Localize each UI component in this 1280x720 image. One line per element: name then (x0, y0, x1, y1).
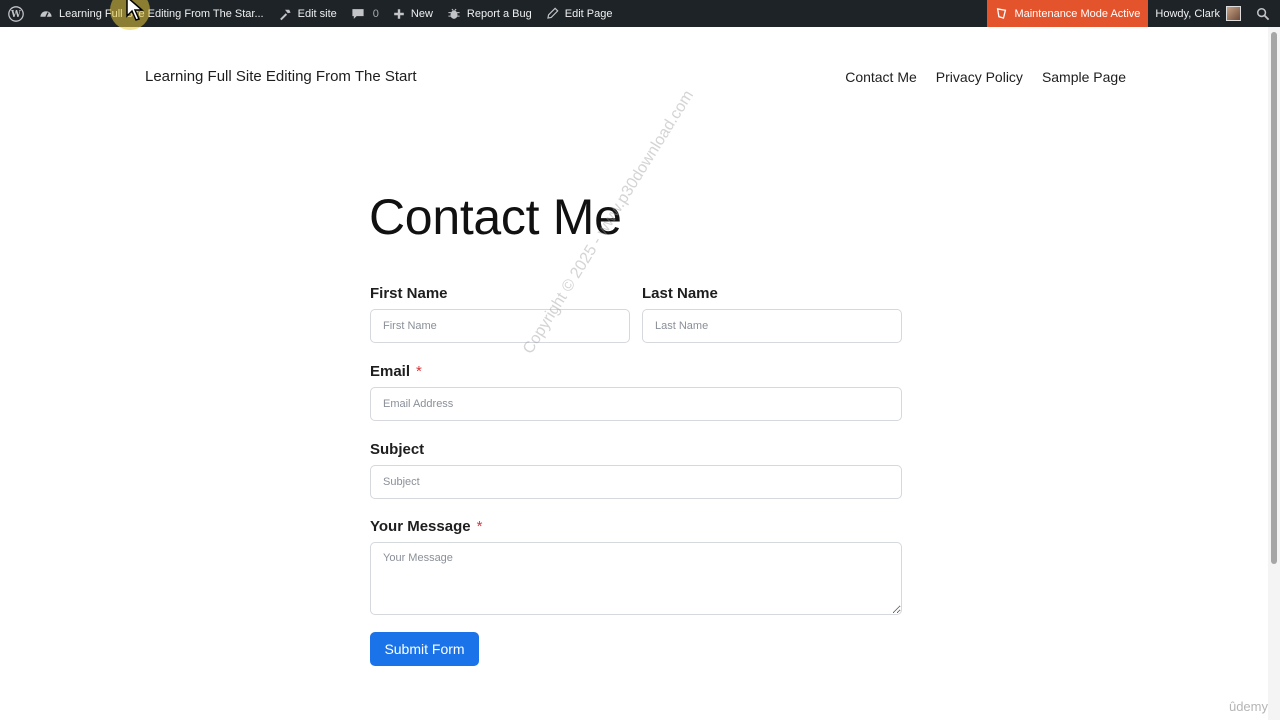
comments-count: 0 (372, 7, 379, 20)
bug-icon (447, 7, 461, 21)
message-required-marker: * (476, 518, 483, 535)
admin-bar: W Learning Full Site Editing From The St… (0, 0, 1280, 27)
my-account-link[interactable]: Howdy, Clark (1148, 0, 1248, 27)
new-label: New (410, 7, 433, 20)
edit-page-label: Edit Page (564, 7, 613, 20)
edit-page-link[interactable]: Edit Page (539, 0, 620, 27)
subject-input[interactable] (370, 465, 902, 499)
report-bug-link[interactable]: Report a Bug (440, 0, 539, 27)
howdy-label: Howdy, Clark (1155, 7, 1220, 20)
new-content-link[interactable]: New (386, 0, 440, 27)
message-textarea[interactable] (370, 542, 902, 615)
last-name-input[interactable] (642, 309, 902, 343)
comments-link[interactable]: 0 (344, 0, 386, 27)
nav-item-privacy-policy[interactable]: Privacy Policy (936, 69, 1023, 85)
email-label-text: Email (370, 363, 411, 380)
edit-site-label: Edit site (297, 7, 337, 20)
plus-icon (393, 8, 405, 20)
subject-label: Subject (370, 441, 424, 458)
dashboard-gauge-icon (39, 7, 53, 21)
report-bug-label: Report a Bug (466, 7, 532, 20)
main-navigation: Contact Me Privacy Policy Sample Page (845, 69, 1126, 85)
scrollbar-thumb[interactable] (1271, 32, 1277, 564)
comment-bubble-icon (351, 7, 365, 21)
first-name-label-text: First Name (370, 285, 448, 302)
first-name-input[interactable] (370, 309, 630, 343)
edit-site-link[interactable]: Edit site (271, 0, 344, 27)
site-title[interactable]: Learning Full Site Editing From The Star… (145, 68, 417, 85)
maintenance-leaf-icon (995, 7, 1008, 20)
avatar (1226, 6, 1241, 21)
maintenance-label: Maintenance Mode Active (1014, 7, 1141, 20)
pencil-icon (546, 7, 559, 20)
site-name-label: Learning Full Site Editing From The Star… (59, 7, 264, 20)
nav-item-contact-me[interactable]: Contact Me (845, 69, 917, 85)
message-label-text: Your Message (370, 518, 471, 535)
site-name-link[interactable]: Learning Full Site Editing From The Star… (32, 0, 271, 27)
mouse-cursor-icon (126, 0, 145, 21)
email-label: Email * (370, 363, 422, 380)
nav-item-sample-page[interactable]: Sample Page (1042, 69, 1126, 85)
subject-label-text: Subject (370, 441, 425, 458)
svg-text:W: W (10, 10, 21, 20)
email-input[interactable] (370, 387, 902, 421)
last-name-label-text: Last Name (642, 285, 718, 302)
submit-form-button[interactable]: Submit Form (370, 632, 479, 666)
maintenance-mode-badge[interactable]: Maintenance Mode Active (987, 0, 1149, 27)
wordpress-logo-icon[interactable]: W (0, 0, 32, 27)
admin-search-button[interactable] (1248, 0, 1280, 27)
last-name-label: Last Name (642, 285, 718, 302)
message-label: Your Message * (370, 518, 482, 535)
first-name-label: First Name (370, 285, 448, 302)
search-icon (1256, 7, 1270, 21)
page-title: Contact Me (369, 189, 622, 245)
email-required-marker: * (416, 363, 422, 380)
hammer-icon (278, 7, 292, 21)
udemy-logo: ûdemy (1228, 699, 1268, 714)
